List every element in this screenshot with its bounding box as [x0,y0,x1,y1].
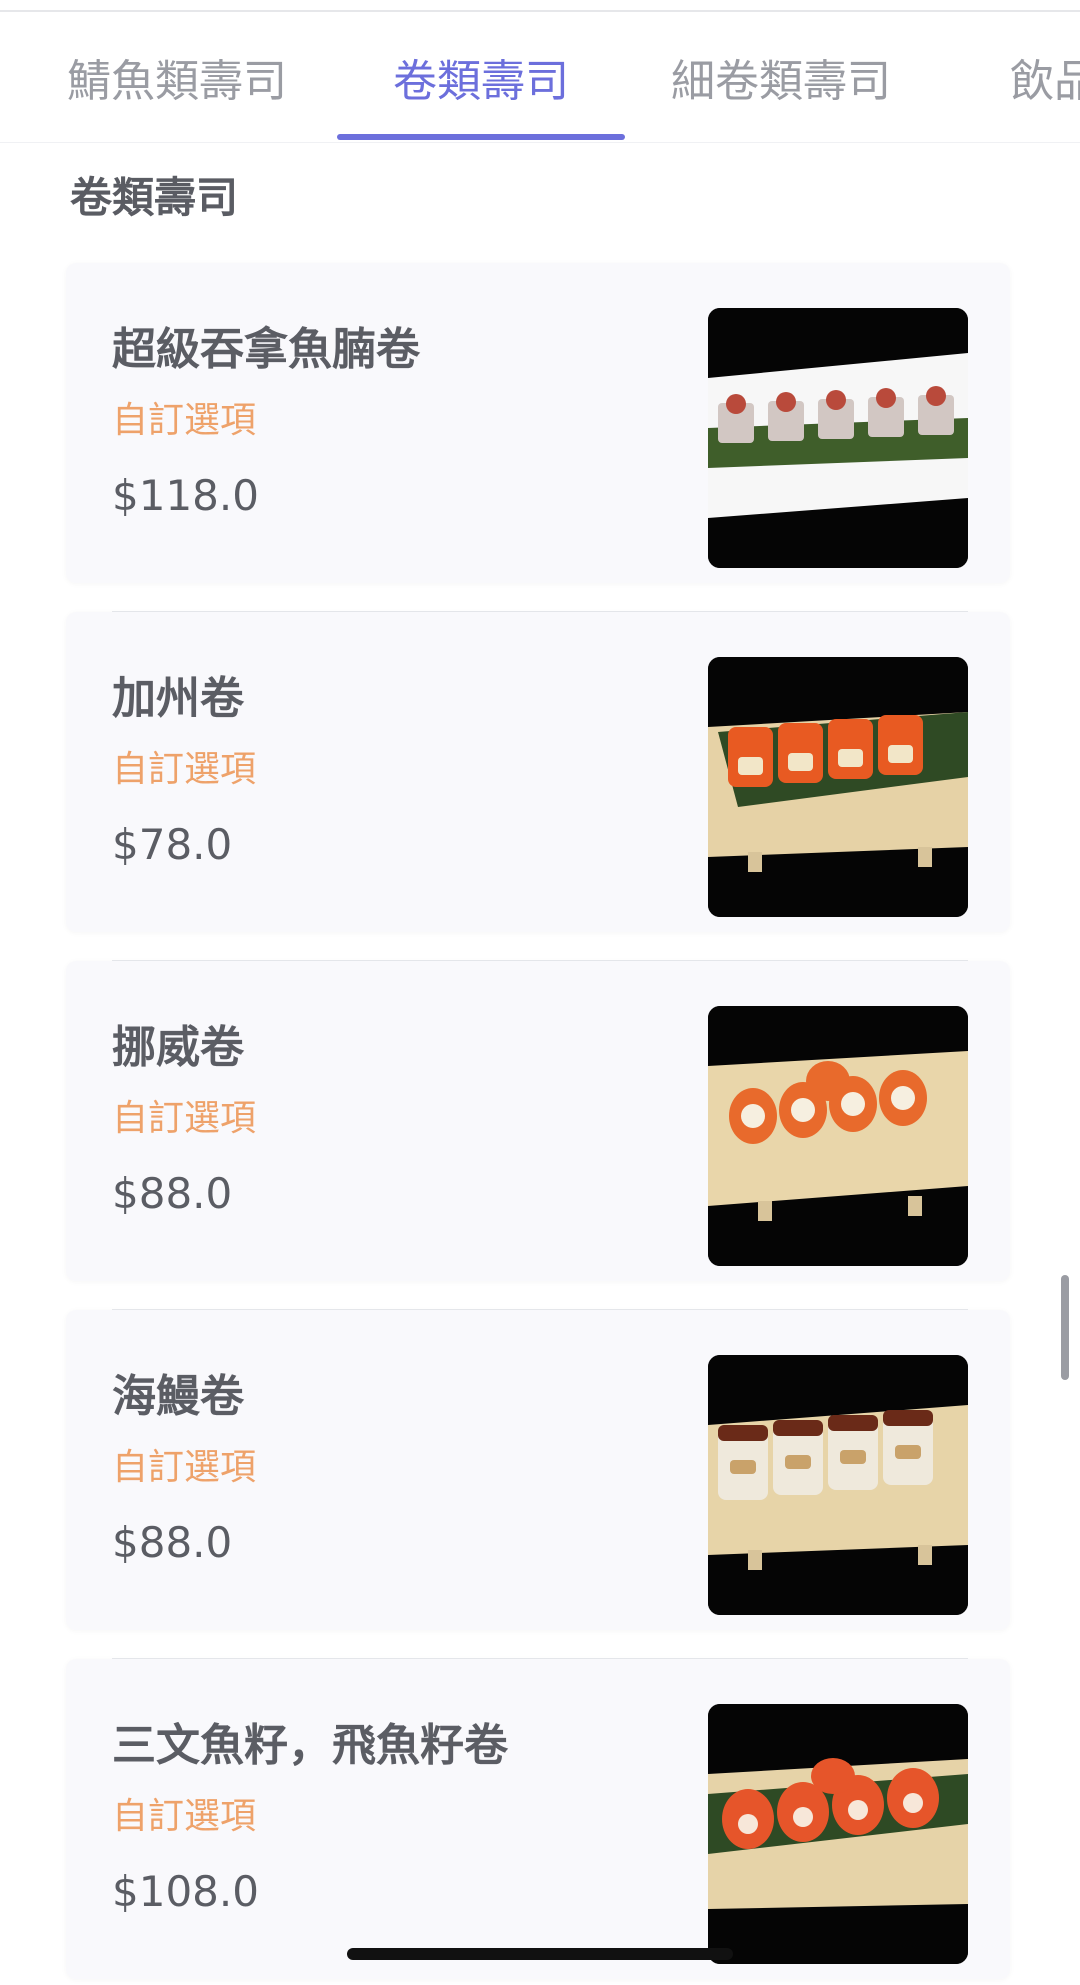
tab-roll-sushi[interactable]: 卷類壽司 [337,12,625,142]
item-price: $78.0 [112,820,233,869]
sushi-photo-icon [708,308,968,568]
scrollbar-thumb[interactable] [1061,1275,1069,1380]
item-price: $88.0 [112,1169,233,1218]
item-price: $108.0 [112,1867,259,1916]
active-tab-indicator [337,134,625,140]
home-indicator[interactable] [347,1948,733,1960]
customize-options-link[interactable]: 自訂選項 [112,1438,256,1490]
menu-item-card[interactable]: 超級吞拿魚腩卷 自訂選項 $118.0 [66,263,1010,583]
sushi-photo-icon[interactable] [708,1704,968,1964]
customize-options-link[interactable]: 自訂選項 [112,1089,256,1141]
item-name: 超級吞拿魚腩卷 [112,324,420,375]
item-name: 海鰻卷 [112,1371,244,1422]
customize-options-link[interactable]: 自訂選項 [112,1787,256,1839]
sushi-photo-icon [708,1355,968,1615]
sushi-photo-icon [708,1006,968,1266]
category-tabs: 鯖魚類壽司 卷類壽司 細卷類壽司 飲品 [0,12,1080,143]
sushi-photo-icon[interactable] [708,1355,968,1615]
item-name: 挪威卷 [112,1022,244,1073]
menu-item-card[interactable]: 海鰻卷 自訂選項 $88.0 [66,1310,1010,1630]
sushi-photo-icon [708,657,968,917]
tab-drinks[interactable]: 飲品 [1010,12,1080,142]
item-price: $88.0 [112,1518,233,1567]
tab-thin-roll-sushi[interactable]: 細卷類壽司 [650,12,912,142]
sushi-photo-icon [708,1704,968,1964]
customize-options-link[interactable]: 自訂選項 [112,740,256,792]
item-price: $118.0 [112,471,259,520]
menu-item-card[interactable]: 挪威卷 自訂選項 $88.0 [66,961,1010,1281]
sushi-photo-icon[interactable] [708,657,968,917]
tab-mackerel-sushi[interactable]: 鯖魚類壽司 [44,12,310,142]
section-title: 卷類壽司 [70,173,239,222]
menu-item-card[interactable]: 加州卷 自訂選項 $78.0 [66,612,1010,932]
item-name: 加州卷 [112,673,244,724]
sushi-photo-icon[interactable] [708,308,968,568]
customize-options-link[interactable]: 自訂選項 [112,391,256,443]
menu-item-card[interactable]: 三文魚籽，飛魚籽卷 自訂選項 $108.0 [66,1659,1010,1979]
item-name: 三文魚籽，飛魚籽卷 [112,1720,508,1771]
sushi-photo-icon[interactable] [708,1006,968,1266]
